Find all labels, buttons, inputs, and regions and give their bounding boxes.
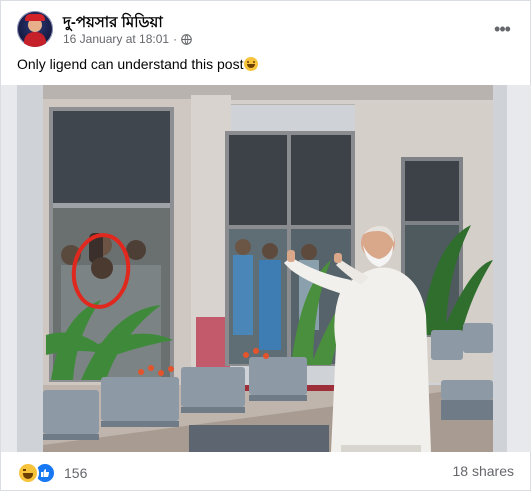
avatar-figure-hat xyxy=(25,14,45,21)
reactions-summary[interactable]: 156 xyxy=(17,462,87,484)
post-photo-illustration xyxy=(1,85,531,452)
post-header: দু-পয়সার মিডিয়া 16 January at 18:01 · … xyxy=(17,11,514,51)
caption-text: Only ligend can understand this post xyxy=(17,56,244,72)
post-footer: 156 18 shares xyxy=(17,459,514,485)
page-avatar[interactable] xyxy=(17,11,53,47)
meta-separator: · xyxy=(173,32,178,46)
grinning-face-emoji-icon xyxy=(244,57,259,71)
avatar-figure-body xyxy=(24,32,46,47)
reaction-count: 156 xyxy=(64,465,88,481)
post-timestamp[interactable]: 16 January at 18:01 xyxy=(63,32,169,46)
globe-icon[interactable] xyxy=(181,33,192,45)
shares-count-link[interactable]: 18 shares xyxy=(453,463,514,479)
post-caption: Only ligend can understand this post xyxy=(17,56,259,72)
post-photo[interactable] xyxy=(1,85,531,452)
post-meta: 16 January at 18:01 · xyxy=(63,32,192,46)
more-options-icon[interactable]: ••• xyxy=(490,17,514,41)
facebook-post-card: দু-পয়সার মিডিয়া 16 January at 18:01 · … xyxy=(0,0,531,491)
haha-reaction-icon xyxy=(17,462,39,484)
